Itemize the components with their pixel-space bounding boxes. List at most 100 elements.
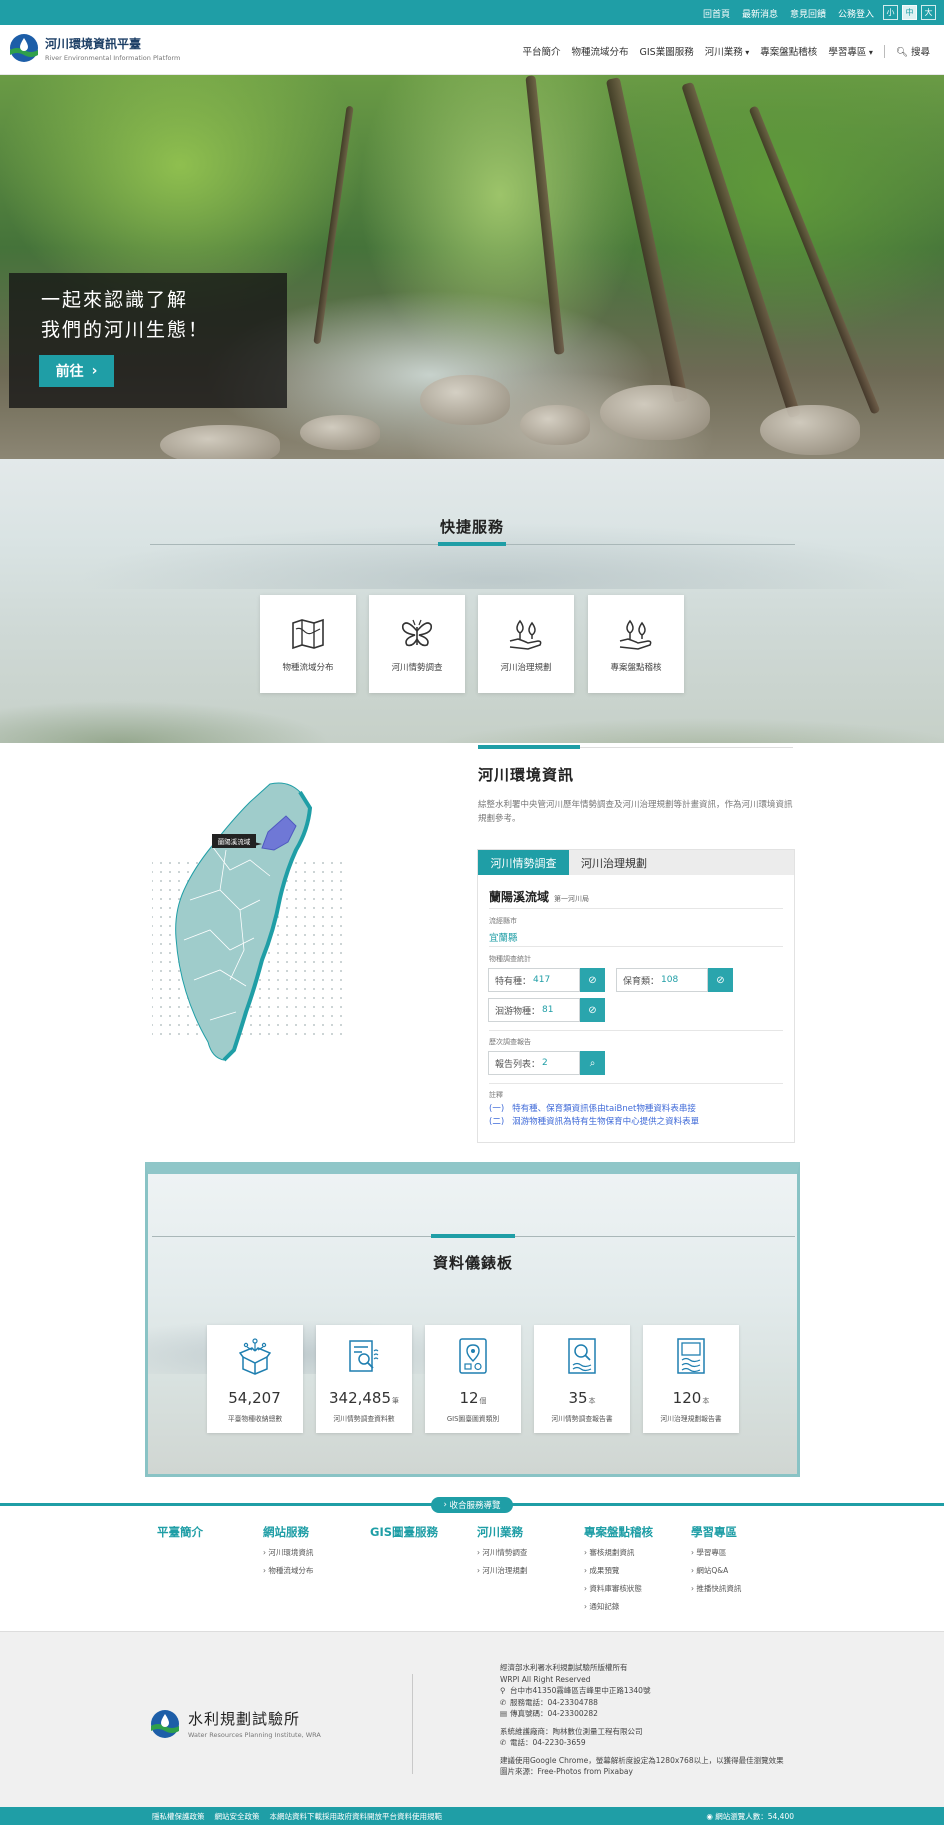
visitor-counter: ◉ 網站瀏覽人數：54,400 bbox=[706, 1811, 794, 1822]
stat-protected-link-button[interactable]: ⊘ bbox=[708, 968, 733, 992]
sitemap-link[interactable]: 審核規劃資訊 bbox=[584, 1547, 653, 1558]
hero-go-button[interactable]: 前往 › bbox=[39, 355, 114, 387]
home-link[interactable]: 回首頁 bbox=[703, 7, 730, 20]
hero-rock bbox=[520, 405, 590, 445]
report-count: 2 bbox=[542, 1058, 548, 1068]
nav-item-species-distribution[interactable]: 物種流域分布 bbox=[572, 44, 629, 58]
search-button[interactable]: 🔍︎ 搜尋 bbox=[896, 44, 930, 58]
taiwan-basin-map[interactable]: 蘭陽溪流域 bbox=[150, 780, 350, 1080]
search-label: 搜尋 bbox=[910, 47, 930, 58]
tab-river-survey[interactable]: 河川情勢調查 bbox=[478, 850, 569, 875]
dashboard-card-gis-categories: 12個 GIS圖臺圖資類別 bbox=[425, 1325, 521, 1433]
privacy-policy-link[interactable]: 隱私權保護政策 bbox=[152, 1811, 205, 1822]
font-size-small-button[interactable]: 小 bbox=[883, 5, 898, 20]
card-unit: 筆 bbox=[392, 1397, 400, 1405]
nav-item-project-audit[interactable]: 專案盤點稽核 bbox=[760, 44, 817, 58]
hero-tree-trunk bbox=[681, 81, 801, 419]
sitemap-link[interactable]: 河川治理規劃 bbox=[477, 1565, 527, 1576]
feedback-link[interactable]: 意見回饋 bbox=[790, 7, 826, 20]
card-unit: 本 bbox=[588, 1397, 596, 1405]
hero-tree-trunk bbox=[525, 75, 565, 355]
map-basin-tooltip: 蘭陽溪流域 bbox=[217, 838, 251, 846]
sitemap-column-title[interactable]: GIS圖臺服務 bbox=[370, 1524, 438, 1540]
sitemap-link[interactable]: 河川環境資訊 bbox=[263, 1547, 313, 1558]
nav-item-about[interactable]: 平台簡介 bbox=[522, 44, 560, 58]
hero-banner: 一起來認識了解 我們的河川生態！ 前往 › bbox=[0, 75, 944, 459]
stat-number: 108 bbox=[661, 975, 679, 985]
quick-card-label: 物種流域分布 bbox=[282, 663, 334, 673]
quick-card-river-governance[interactable]: 河川治理規劃 bbox=[478, 595, 574, 693]
sitemap-link[interactable]: 資料庫審核狀態 bbox=[584, 1583, 653, 1594]
sitemap-toggle-button[interactable]: › 收合服務導覽 bbox=[431, 1497, 513, 1513]
sitemap-column: 網站服務 河川環境資訊 物種流域分布 bbox=[263, 1524, 313, 1583]
quick-card-species-distribution[interactable]: 物種流域分布 bbox=[260, 595, 356, 693]
site-title: 河川環境資訊平臺 bbox=[45, 36, 142, 51]
sitemap-column-title[interactable]: 學習專區 bbox=[691, 1524, 741, 1540]
river-info-panel: 河川情勢調查 河川治理規劃 蘭陽溪流域 第一河川局 流經縣市 宜蘭縣 物種調查統計… bbox=[477, 849, 795, 1143]
sitemap-link[interactable]: 通知記錄 bbox=[584, 1601, 653, 1612]
sitemap-link[interactable]: 成果預覽 bbox=[584, 1565, 653, 1576]
phone-icon: ✆ bbox=[500, 1697, 507, 1707]
sitemap-column-title[interactable]: 網站服務 bbox=[263, 1524, 313, 1540]
map-pin-document-icon bbox=[459, 1338, 487, 1374]
stat-migratory-link-button[interactable]: ⊘ bbox=[580, 998, 605, 1022]
river-info-title: 河川環境資訊 bbox=[478, 766, 575, 784]
note-item[interactable]: (二) 洄游物種資訊為特有生物保育中心提供之資料表單 bbox=[489, 1115, 699, 1127]
folded-map-icon bbox=[292, 618, 324, 650]
sitemap-column: 專案盤點稽核 審核規劃資訊 成果預覽 資料庫審核狀態 通知記錄 bbox=[584, 1524, 653, 1619]
panel-divider bbox=[489, 946, 783, 947]
wra-logo[interactable]: 水利規劃試驗所 Water Resources Planning Institu… bbox=[150, 1708, 321, 1739]
sitemap-link[interactable]: 學習專區 bbox=[691, 1547, 741, 1558]
dashboard-card-caption: GIS圖臺圖資類別 bbox=[446, 1415, 500, 1423]
vendor-phone-line: ✆ 電話：04-2230-3659 bbox=[500, 1737, 784, 1749]
sitemap-column-title[interactable]: 河川業務 bbox=[477, 1524, 527, 1540]
quick-card-label: 河川情勢調查 bbox=[391, 663, 443, 673]
open-data-policy-link[interactable]: 本網站資料下載採用政府資料開放平台資料使用規範 bbox=[270, 1811, 443, 1822]
hero-go-label: 前往 bbox=[55, 364, 84, 380]
sitemap-column-title[interactable]: 平臺簡介 bbox=[157, 1524, 203, 1540]
sitemap-column: 河川業務 河川情勢調查 河川治理規劃 bbox=[477, 1524, 527, 1583]
nav-item-learning[interactable]: 學習專區 bbox=[828, 44, 873, 58]
map-pin-icon: ⚲ bbox=[500, 1686, 506, 1695]
report-search-button[interactable]: ⌕ bbox=[580, 1051, 605, 1075]
news-link[interactable]: 最新消息 bbox=[742, 7, 778, 20]
tab-river-governance[interactable]: 河川治理規劃 bbox=[569, 850, 659, 875]
note-item[interactable]: (一) 特有種、保育類資訊係由taiBnet物種資料表串接 bbox=[489, 1102, 696, 1114]
sitemap-link[interactable]: 物種流域分布 bbox=[263, 1565, 313, 1576]
org-name-en: Water Resources Planning Institute, WRA bbox=[188, 1731, 321, 1739]
panel-divider bbox=[489, 908, 783, 909]
sitemap-link[interactable]: 推播快訊資訊 bbox=[691, 1583, 741, 1594]
sitemap-column: 平臺簡介 bbox=[157, 1524, 203, 1547]
font-size-large-button[interactable]: 大 bbox=[921, 5, 936, 20]
sitemap-link[interactable]: 河川情勢調查 bbox=[477, 1547, 527, 1558]
search-icon: ⌕ bbox=[589, 1057, 596, 1069]
site-logo[interactable]: 河川環境資訊平臺 River Environmental Information… bbox=[9, 33, 180, 63]
nav-item-gis[interactable]: GIS業圖服務 bbox=[640, 44, 694, 58]
stat-endemic-link-button[interactable]: ⊘ bbox=[580, 968, 605, 992]
sitemap-column-title[interactable]: 專案盤點稽核 bbox=[584, 1524, 653, 1540]
site-footer: 水利規劃試驗所 Water Resources Planning Institu… bbox=[0, 1631, 944, 1807]
hero-rock bbox=[760, 405, 860, 455]
quick-card-river-survey[interactable]: 河川情勢調查 bbox=[369, 595, 465, 693]
phone-text: 服務電話：04-23304788 bbox=[510, 1697, 598, 1707]
nav-item-river-business[interactable]: 河川業務 bbox=[705, 44, 750, 58]
staff-login-link[interactable]: 公務登入 bbox=[838, 7, 874, 20]
dashboard-card-species: 54,207 平臺物種收納總數 bbox=[207, 1325, 303, 1433]
open-box-icon bbox=[239, 1338, 271, 1375]
background-trees bbox=[0, 663, 944, 743]
county-value: 宜蘭縣 bbox=[489, 933, 518, 944]
note-number: (一) bbox=[489, 1104, 505, 1114]
phone-icon: ✆ bbox=[500, 1738, 507, 1747]
notes-label: 註釋 bbox=[489, 1091, 503, 1099]
quick-card-project-audit[interactable]: 專案盤點稽核 bbox=[588, 595, 684, 693]
site-subtitle: River Environmental Information Platform bbox=[45, 53, 181, 62]
chevron-right-icon: › bbox=[91, 363, 98, 379]
security-policy-link[interactable]: 網站安全政策 bbox=[215, 1811, 260, 1822]
dashboard-card-value: 342,485筆 bbox=[316, 1389, 412, 1407]
hero-rock bbox=[160, 425, 280, 459]
font-size-medium-button[interactable]: 中 bbox=[902, 5, 917, 20]
sitemap-link[interactable]: 網站Q&A bbox=[691, 1565, 741, 1576]
hero-rock bbox=[420, 375, 510, 425]
hand-with-trees-icon bbox=[509, 619, 542, 650]
visitor-count: 網站瀏覽人數：54,400 bbox=[715, 1812, 794, 1821]
